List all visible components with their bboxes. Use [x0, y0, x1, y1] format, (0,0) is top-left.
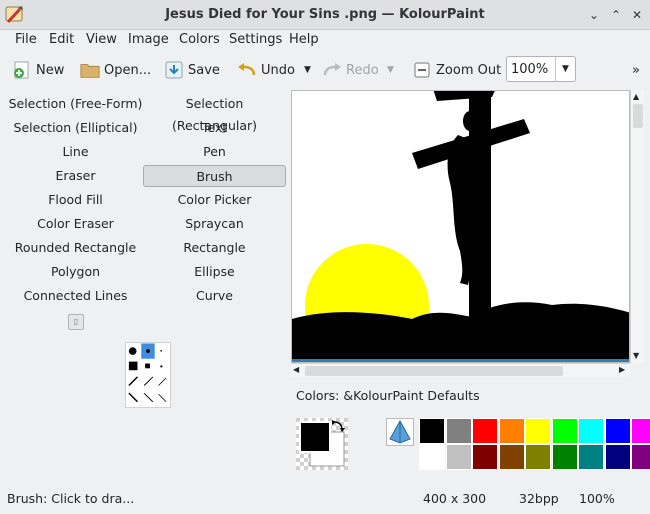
palette-swatch[interactable]	[631, 444, 650, 470]
palette-swatch[interactable]	[498, 444, 525, 470]
brush-size-selector[interactable]	[125, 342, 171, 408]
tool-ellipse[interactable]: Ellipse	[143, 261, 286, 283]
palette-swatch[interactable]	[525, 444, 551, 470]
menu-help[interactable]: Help	[289, 32, 319, 47]
tool-brush[interactable]: Brush	[143, 165, 286, 187]
palette-swatch[interactable]	[445, 444, 472, 470]
crucifixion-sunset-image	[292, 91, 629, 362]
palette-swatch[interactable]	[498, 418, 525, 444]
folder-icon	[80, 60, 100, 80]
palette-swatch[interactable]	[419, 418, 445, 444]
tool-polygon[interactable]: Polygon	[4, 261, 147, 283]
palette-swatch[interactable]	[551, 418, 578, 444]
color-similarity-icon[interactable]	[386, 418, 414, 446]
menu-view[interactable]: View	[86, 32, 117, 47]
tool-spraycan[interactable]: Spraycan	[143, 213, 286, 235]
palette-swatch[interactable]	[604, 444, 631, 470]
status-bar: Brush: Click to dra... 400 x 300 32bpp 1…	[0, 486, 650, 514]
palette-swatch[interactable]	[419, 444, 445, 470]
tool-options-toggle-icon[interactable]: ▯	[68, 314, 84, 330]
palette-swatch[interactable]	[551, 444, 578, 470]
scroll-left-arrow-icon[interactable]: ◀	[293, 365, 299, 374]
kolourpaint-app-icon	[5, 6, 23, 24]
menu-settings[interactable]: Settings	[229, 32, 282, 47]
close-icon[interactable]: ✕	[628, 6, 646, 24]
redo-icon	[322, 60, 342, 80]
new-document-icon	[12, 60, 32, 80]
tool-eraser[interactable]: Eraser	[4, 165, 147, 187]
zoom-value: 100%	[511, 62, 549, 77]
menu-edit[interactable]: Edit	[49, 32, 74, 47]
save-button[interactable]: Save	[164, 56, 220, 84]
new-label: New	[36, 62, 65, 78]
scroll-down-arrow-icon[interactable]: ▼	[633, 351, 639, 360]
undo-label: Undo	[261, 62, 295, 78]
tool-panel: Selection (Free-Form) Selection (Rectang…	[0, 90, 290, 486]
tool-connected-lines[interactable]: Connected Lines	[4, 285, 147, 307]
palette-swatch[interactable]	[525, 418, 551, 444]
zoom-out-icon	[412, 60, 432, 80]
tool-selection-free-form[interactable]: Selection (Free-Form)	[4, 93, 147, 115]
undo-icon	[237, 60, 257, 80]
tool-curve[interactable]: Curve	[143, 285, 286, 307]
chevron-down-icon[interactable]: ▼	[555, 57, 575, 81]
image-canvas[interactable]	[291, 90, 630, 363]
zoom-combobox[interactable]: 100% ▼	[506, 56, 576, 82]
menu-colors[interactable]: Colors	[179, 32, 220, 47]
status-message: Brush: Click to dra...	[7, 491, 135, 506]
status-zoom: 100%	[579, 491, 615, 506]
tool-color-picker[interactable]: Color Picker	[143, 189, 286, 211]
palette-swatch[interactable]	[472, 444, 498, 470]
palette-swatch[interactable]	[604, 418, 631, 444]
colors-box-label: Colors: &KolourPaint Defaults	[296, 388, 480, 403]
redo-dropdown-arrow-icon[interactable]: ▼	[387, 56, 394, 84]
new-button[interactable]: New	[12, 56, 64, 84]
menu-bar: File Edit View Image Colors Settings Hel…	[0, 30, 650, 50]
tool-text[interactable]: Text	[143, 117, 286, 139]
open-button[interactable]: Open...	[80, 56, 151, 84]
tool-pen[interactable]: Pen	[143, 141, 286, 163]
palette-swatch[interactable]	[578, 418, 604, 444]
maximize-icon[interactable]: ⌃	[607, 6, 625, 24]
zoom-out-button[interactable]: Zoom Out	[412, 56, 501, 84]
vertical-scrollbar[interactable]: ▲ ▼	[630, 90, 644, 363]
save-label: Save	[188, 62, 220, 78]
redo-label: Redo	[346, 62, 379, 78]
horizontal-scrollbar[interactable]: ◀ ▶	[291, 363, 630, 377]
status-image-size: 400 x 300	[423, 491, 487, 506]
tool-selection-elliptical[interactable]: Selection (Elliptical)	[4, 117, 147, 139]
menu-file[interactable]: File	[15, 32, 37, 47]
undo-dropdown-arrow-icon[interactable]: ▼	[304, 56, 311, 84]
tool-flood-fill[interactable]: Flood Fill	[4, 189, 147, 211]
vertical-scroll-thumb[interactable]	[633, 104, 643, 128]
palette-swatch[interactable]	[472, 418, 498, 444]
menu-image[interactable]: Image	[128, 32, 169, 47]
tool-selection-rectangular[interactable]: Selection (Rectangular)	[143, 93, 286, 133]
scroll-right-arrow-icon[interactable]: ▶	[619, 365, 625, 374]
save-icon	[164, 60, 184, 80]
title-bar: Jesus Died for Your Sins .png — KolourPa…	[0, 0, 650, 30]
redo-button[interactable]: Redo	[322, 56, 379, 84]
tool-color-eraser[interactable]: Color Eraser	[4, 213, 147, 235]
palette-swatch[interactable]	[445, 418, 472, 444]
zoom-out-label: Zoom Out	[436, 62, 502, 78]
undo-button[interactable]: Undo	[237, 56, 295, 84]
foreground-color-swatch[interactable]	[299, 421, 331, 453]
tool-rectangle[interactable]: Rectangle	[143, 237, 286, 259]
status-color-depth: 32bpp	[519, 491, 559, 506]
foreground-background-colors[interactable]	[296, 418, 348, 470]
open-label: Open...	[104, 62, 152, 78]
palette-swatch[interactable]	[631, 418, 650, 444]
horizontal-scroll-thumb[interactable]	[305, 366, 563, 376]
tool-rounded-rectangle[interactable]: Rounded Rectangle	[4, 237, 147, 259]
tool-line[interactable]: Line	[4, 141, 147, 163]
palette-swatch[interactable]	[578, 444, 604, 470]
window-title: Jesus Died for Your Sins .png — KolourPa…	[165, 7, 485, 22]
minimize-icon[interactable]: ⌄	[585, 6, 603, 24]
toolbar-overflow-icon[interactable]: »	[632, 56, 640, 84]
scroll-up-arrow-icon[interactable]: ▲	[633, 92, 639, 101]
